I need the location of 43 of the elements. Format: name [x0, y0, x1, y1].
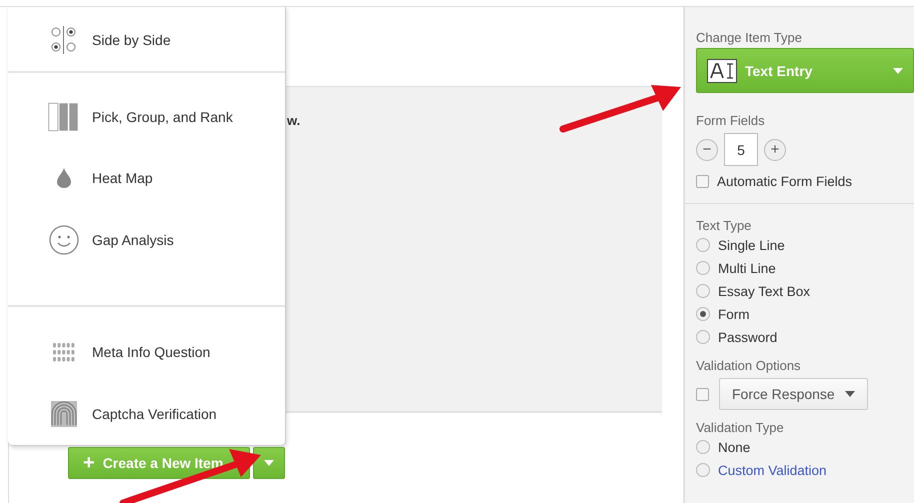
increment-button[interactable]: + [764, 138, 786, 160]
menu-item[interactable]: Heat Map [92, 170, 153, 186]
dropdown-button[interactable] [253, 447, 285, 479]
menu-item[interactable]: Gap Analysis [92, 232, 174, 248]
section-label: Change Item Type [696, 30, 803, 45]
binary-icon [52, 342, 76, 362]
section-label: Form Fields [696, 113, 766, 128]
radio-label: Multi Line [718, 260, 776, 276]
menu-item[interactable]: Side by Side [92, 32, 171, 48]
flame-icon [57, 168, 71, 188]
radio-button[interactable] [696, 307, 710, 321]
caret-icon [264, 460, 274, 466]
checkbox[interactable] [696, 175, 709, 188]
text-cursor-icon [707, 58, 737, 82]
caret-icon [893, 68, 903, 74]
checkbox-label: Automatic Form Fields [717, 174, 852, 189]
fingerprint-icon [51, 401, 77, 427]
radio-button[interactable] [696, 440, 710, 454]
side-by-side-icon [50, 25, 78, 55]
section-label: Validation Options [696, 358, 802, 373]
caret-icon [844, 391, 855, 397]
decrement-button[interactable]: − [696, 138, 718, 160]
radio-label: Essay Text Box [718, 284, 810, 298]
radio-label: Form [718, 306, 750, 322]
checkbox[interactable] [696, 388, 709, 400]
smiley-icon [49, 225, 79, 255]
menu-item[interactable]: Meta Info Question [92, 344, 210, 360]
section-label: Validation Type [696, 420, 785, 435]
radio-button[interactable] [696, 330, 710, 344]
menu-item[interactable]: Captcha Verification [92, 406, 217, 422]
menu-item[interactable]: Pick, Group, and Rank [92, 109, 233, 125]
radio-button[interactable] [696, 463, 710, 477]
radio-link[interactable]: Custom Validation [718, 462, 827, 478]
number-field[interactable]: 5 [724, 133, 758, 166]
section-label: Text Type [696, 218, 752, 233]
question-text: w. [287, 113, 302, 128]
radio-button[interactable] [696, 238, 710, 252]
radio-label: Password [718, 330, 778, 344]
radio-label: Single Line [718, 238, 785, 252]
radio-label: None [718, 440, 750, 454]
validation-dropdown[interactable]: Force Response [719, 378, 868, 410]
radio-button[interactable] [696, 261, 710, 275]
radio-button[interactable] [696, 284, 710, 298]
